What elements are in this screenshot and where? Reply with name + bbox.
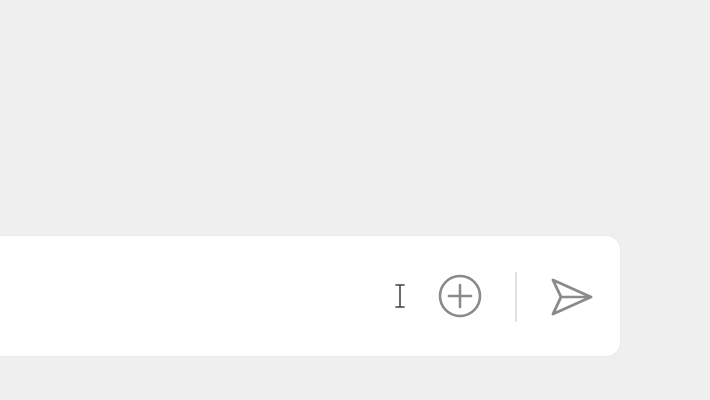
- divider: [515, 272, 517, 322]
- send-icon: [547, 272, 597, 322]
- text-cursor-icon: [394, 283, 406, 309]
- send-button[interactable]: [547, 272, 597, 322]
- add-attachment-button[interactable]: [436, 272, 484, 320]
- plus-circle-icon: [436, 272, 484, 320]
- message-composer: [0, 236, 620, 356]
- message-input[interactable]: [0, 236, 395, 356]
